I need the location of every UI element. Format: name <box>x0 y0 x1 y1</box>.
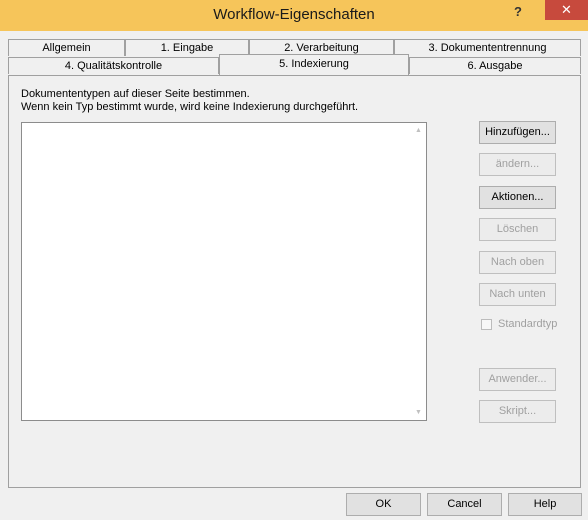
list-scrollbar[interactable]: ▲ ▼ <box>411 123 426 420</box>
cancel-button[interactable]: Cancel <box>427 493 502 516</box>
scroll-up-icon[interactable]: ▲ <box>411 123 426 138</box>
actions-button[interactable]: Aktionen... <box>479 186 556 209</box>
default-type-checkbox[interactable] <box>481 319 492 330</box>
window-title: Workflow-Eigenschaften <box>213 6 375 23</box>
dialog-client-area: Allgemein 1. Eingabe 2. Verarbeitung 3. … <box>0 31 588 520</box>
scroll-down-icon[interactable]: ▼ <box>411 405 426 420</box>
tab-indexierung[interactable]: 5. Indexierung <box>219 54 409 75</box>
close-icon[interactable]: ✕ <box>545 0 588 20</box>
document-type-list[interactable]: ▲ ▼ <box>21 122 427 421</box>
script-button[interactable]: Skript... <box>479 400 556 423</box>
add-button[interactable]: Hinzufügen... <box>479 121 556 144</box>
tab-allgemein[interactable]: Allgemein <box>8 39 125 56</box>
delete-button[interactable]: Löschen <box>479 218 556 241</box>
tab-ausgabe[interactable]: 6. Ausgabe <box>409 57 581 74</box>
ok-button[interactable]: OK <box>346 493 421 516</box>
edit-button[interactable]: ändern... <box>479 153 556 176</box>
help-icon[interactable]: ? <box>508 3 528 21</box>
description-line-1: Dokumententypen auf dieser Seite bestimm… <box>21 88 250 100</box>
move-up-button[interactable]: Nach oben <box>479 251 556 274</box>
apply-button[interactable]: Anwender... <box>479 368 556 391</box>
tab-dokumententrennung[interactable]: 3. Dokumententrennung <box>394 39 581 56</box>
title-bar[interactable]: Workflow-Eigenschaften ? ✕ <box>0 0 588 31</box>
help-button[interactable]: Help <box>508 493 582 516</box>
workflow-properties-dialog: Workflow-Eigenschaften ? ✕ Allgemein 1. … <box>0 0 588 520</box>
move-down-button[interactable]: Nach unten <box>479 283 556 306</box>
description-line-2: Wenn kein Typ bestimmt wurde, wird keine… <box>21 101 359 113</box>
default-type-label: Standardtyp <box>498 318 558 330</box>
tab-panel-indexierung: Dokumententypen auf dieser Seite bestimm… <box>8 75 581 488</box>
tab-qualitaetskontrolle[interactable]: 4. Qualitätskontrolle <box>8 57 219 74</box>
